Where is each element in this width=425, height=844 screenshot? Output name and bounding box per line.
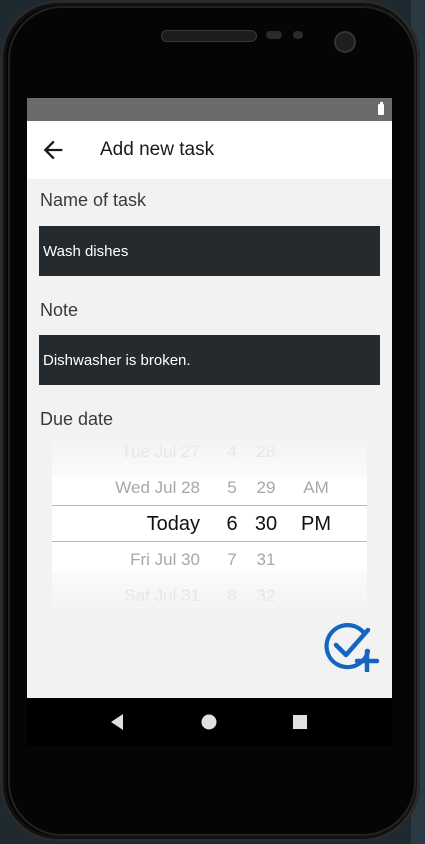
date-wheel[interactable]: Tue Jul 27 Wed Jul 28 Today Fri Jul 30 S… [52,433,200,615]
minute-option[interactable]: 28 [248,434,284,470]
app-screen: Add new task Name of task Note Due date … [27,98,392,746]
due-date-label: Due date [40,409,114,429]
hour-option-selected[interactable]: 6 [218,506,246,542]
minute-option-selected[interactable]: 30 [248,506,284,542]
earpiece-speaker [161,30,257,42]
date-option[interactable]: Fri Jul 30 [52,542,200,578]
sensor-right [293,31,303,39]
date-option-selected[interactable]: Today [52,506,200,542]
add-task-icon[interactable] [323,618,381,672]
picker-selection-bottom-line [52,541,367,542]
date-option[interactable]: Wed Jul 28 [52,470,200,506]
hour-wheel[interactable]: 4 5 6 7 8 [218,433,246,615]
system-nav-bar [27,698,392,746]
hour-option[interactable]: 5 [218,470,246,506]
date-option[interactable]: Sat Jul 31 [52,578,200,614]
minute-option[interactable]: 31 [248,542,284,578]
minute-wheel[interactable]: 28 29 30 31 32 [248,433,284,615]
hour-option[interactable]: 7 [218,542,246,578]
arrow-back-icon[interactable] [39,136,67,164]
front-camera [334,31,356,53]
picker-selection-top-line [52,505,367,506]
minute-option[interactable]: 32 [248,578,284,614]
ampm-option[interactable]: AM [296,470,336,506]
nav-home-icon[interactable] [197,710,221,734]
note-input[interactable] [39,335,380,385]
sensor-left [266,31,282,39]
hour-option[interactable]: 8 [218,578,246,614]
name-of-task-label: Name of task [40,190,147,210]
status-bar [27,98,392,121]
ampm-option-selected[interactable]: PM [296,506,336,542]
note-label: Note [40,300,79,320]
ampm-wheel[interactable]: AM PM [296,433,336,615]
nav-recents-icon[interactable] [288,710,312,734]
page-title: Add new task [100,139,215,160]
phone-frame: Add new task Name of task Note Due date … [0,0,420,842]
task-name-input[interactable] [39,226,380,276]
date-time-picker[interactable]: Tue Jul 27 Wed Jul 28 Today Fri Jul 30 S… [52,433,367,615]
battery-icon [378,102,384,115]
nav-back-icon[interactable] [105,710,129,734]
hour-option[interactable]: 4 [218,434,246,470]
app-bar: Add new task [27,121,392,179]
date-option[interactable]: Tue Jul 27 [52,434,200,470]
minute-option[interactable]: 29 [248,470,284,506]
